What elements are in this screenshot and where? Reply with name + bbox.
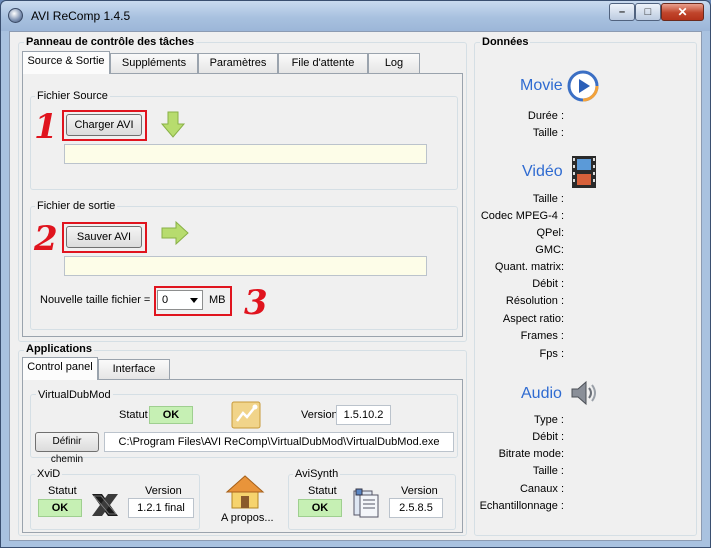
xvid-label: XviD (35, 468, 63, 480)
video-heading: Vidéo (522, 163, 563, 180)
data-panel-title: Données (480, 36, 531, 48)
vdm-path-field[interactable]: C:\Program Files\AVI ReComp\VirtualDubMo… (104, 432, 454, 452)
chevron-down-icon (190, 298, 198, 303)
avisynth-version-value: 2.5.8.5 (389, 498, 443, 518)
virtualdubmod-label: VirtualDubMod (36, 389, 113, 401)
new-size-select[interactable]: 0 (157, 290, 203, 310)
video-field-resolution: Résolution : (505, 295, 564, 307)
green-arrow-right-icon (161, 220, 189, 246)
about-link[interactable]: A propos... (221, 512, 274, 524)
annotation-2: 2 (34, 219, 58, 259)
avisynth-status-label: Statut (308, 485, 337, 497)
annotation-3: 3 (244, 283, 268, 323)
audio-field-bitrate-mode: Bitrate mode: (498, 448, 564, 460)
output-file-label: Fichier de sortie (35, 200, 118, 212)
minimize-button[interactable]: – (609, 3, 635, 21)
tab-interface[interactable]: Interface (98, 359, 170, 379)
video-field-gmc: GMC: (535, 244, 564, 256)
tab-file-attente[interactable]: File d'attente (278, 53, 368, 73)
video-field-quant-matrix: Quant. matrix: (494, 261, 564, 273)
movie-field-duration: Durée : (527, 110, 564, 122)
virtualdubmod-icon[interactable] (231, 401, 261, 429)
title-bar[interactable]: AVI ReComp 1.4.5 – □ ✕ (1, 1, 710, 31)
vdm-version-label: Version (301, 409, 338, 421)
video-field-qpel: QPel: (536, 227, 564, 239)
tab-parametres[interactable]: Paramètres (198, 53, 278, 73)
minimize-icon: – (618, 6, 626, 18)
client-area: Panneau de contrôle des tâches Source & … (9, 31, 702, 541)
vdm-status-label: Statut (119, 409, 148, 421)
close-button[interactable]: ✕ (661, 3, 704, 21)
video-field-aspect-ratio: Aspect ratio: (502, 313, 564, 325)
source-path-field[interactable] (64, 144, 427, 164)
movie-field-size: Taille : (532, 127, 564, 139)
vdm-status-badge: OK (149, 406, 193, 424)
video-field-bitrate: Débit : (532, 278, 564, 290)
video-field-fps: Fps : (539, 348, 564, 360)
load-avi-button[interactable]: Charger AVI (66, 114, 142, 136)
app-window: AVI ReComp 1.4.5 – □ ✕ Panneau de contrô… (0, 0, 711, 548)
new-size-unit: MB (209, 294, 226, 306)
save-avi-button[interactable]: Sauver AVI (66, 226, 142, 248)
window-title: AVI ReComp 1.4.5 (31, 9, 131, 23)
avisynth-status-badge: OK (298, 499, 342, 517)
house-icon[interactable] (225, 474, 265, 510)
video-field-size: Taille : (532, 193, 564, 205)
new-size-value: 0 (162, 294, 169, 306)
audio-heading: Audio (521, 385, 562, 402)
applications-title: Applications (24, 343, 95, 355)
video-field-codec: Codec MPEG-4 : (480, 210, 564, 222)
tab-log[interactable]: Log (368, 53, 420, 73)
tab-source-sortie[interactable]: Source & Sortie (22, 51, 110, 74)
set-path-button[interactable]: Définir chemin (35, 432, 99, 465)
new-size-label: Nouvelle taille fichier = (40, 294, 151, 306)
app-icon[interactable] (8, 8, 23, 23)
audio-field-size: Taille : (532, 465, 564, 477)
avisynth-version-label: Version (401, 485, 438, 497)
audio-field-sampling: Echantillonnage : (479, 500, 564, 512)
source-file-label: Fichier Source (35, 90, 110, 102)
annotation-1: 1 (34, 107, 58, 147)
audio-field-bitrate: Débit : (532, 431, 564, 443)
film-icon (572, 156, 596, 188)
applications-tabs: Control panel Interface (22, 357, 222, 380)
xvid-status-badge: OK (38, 499, 82, 517)
close-icon: ✕ (677, 5, 688, 19)
audio-field-type: Type : (534, 414, 564, 426)
maximize-icon: □ (644, 6, 652, 18)
avisynth-icon (353, 488, 379, 518)
audio-field-channels: Canaux : (519, 483, 564, 495)
green-arrow-down-icon (160, 111, 186, 138)
xvid-icon (92, 494, 118, 516)
maximize-button[interactable]: □ (635, 3, 661, 21)
task-tabs: Source & Sortie Suppléments Paramètres F… (22, 51, 462, 74)
video-field-frames: Frames : (520, 330, 564, 342)
xvid-status-label: Statut (48, 485, 77, 497)
task-panel-title: Panneau de contrôle des tâches (24, 36, 197, 48)
xvid-version-value: 1.2.1 final (128, 498, 194, 518)
speaker-icon (571, 380, 596, 406)
tab-supplements[interactable]: Suppléments (110, 53, 198, 73)
xvid-version-label: Version (145, 485, 182, 497)
play-icon (567, 70, 599, 102)
output-path-field[interactable] (64, 256, 427, 276)
avisynth-label: AviSynth (293, 468, 341, 480)
movie-heading: Movie (520, 77, 563, 94)
vdm-version-value: 1.5.10.2 (336, 405, 391, 425)
tab-control-panel[interactable]: Control panel (22, 357, 98, 380)
